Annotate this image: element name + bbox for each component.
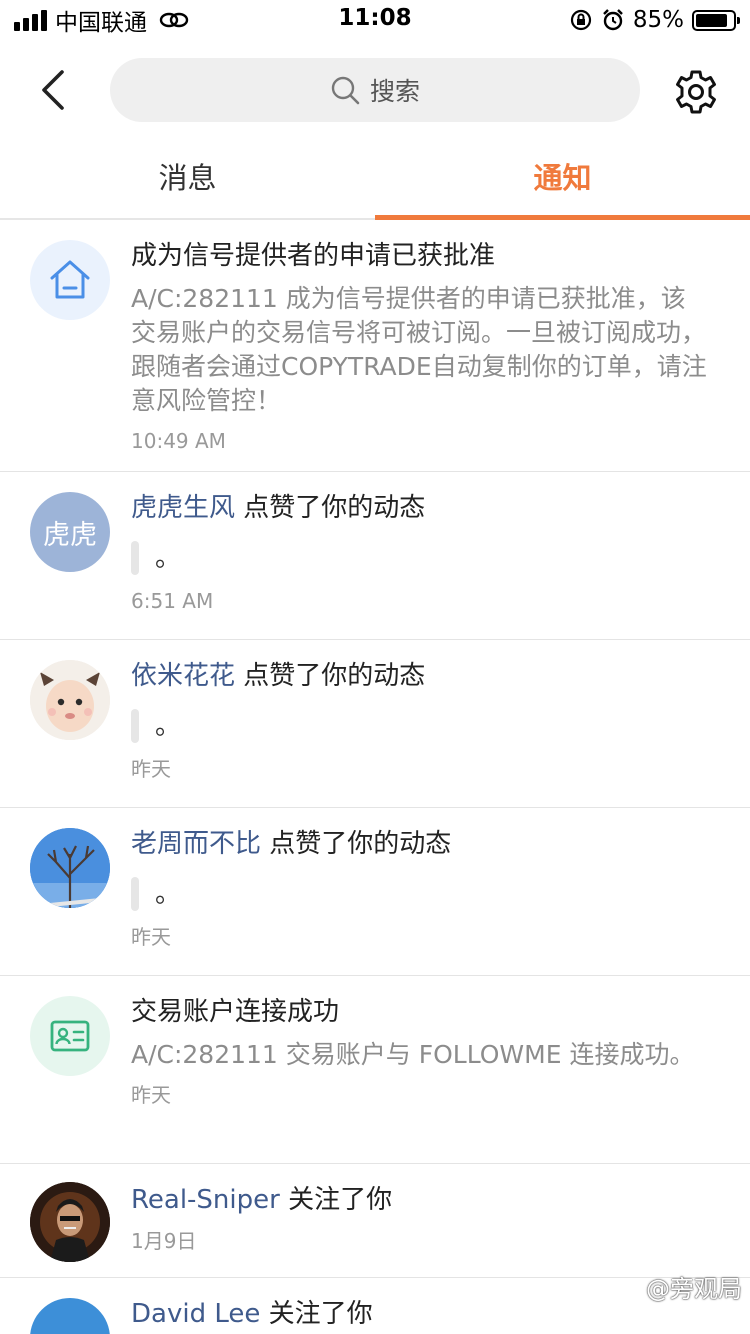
list-item[interactable]: 虎虎 虎虎生风 点赞了你的动态 。 6:51 AM (0, 472, 750, 640)
search-input[interactable]: 搜索 (110, 58, 640, 122)
person-photo (30, 1182, 110, 1262)
username-link[interactable]: David Lee (131, 1299, 260, 1329)
alarm-icon (603, 9, 623, 31)
notification-action: 点赞了你的动态 (261, 829, 452, 859)
notification-time: 10:49 AM (131, 429, 226, 453)
avatar-initials: 虎虎 (43, 519, 97, 551)
notification-title: 交易账户连接成功 (131, 997, 340, 1027)
list-item[interactable]: 交易账户连接成功 A/C:282111 交易账户与 FOLLOWME 连接成功。… (0, 976, 750, 1164)
baby-photo (30, 660, 110, 740)
username-link[interactable]: Real-Sniper (131, 1185, 280, 1215)
back-button[interactable] (30, 66, 78, 114)
status-bar: 中国联通 11:08 85% (0, 0, 750, 40)
nav-bar: 搜索 (0, 56, 750, 124)
home-icon (50, 260, 90, 299)
battery-percent: 85% (632, 7, 684, 33)
notification-time: 昨天 (131, 757, 171, 781)
notification-action: 关注了你 (260, 1299, 373, 1329)
avatar[interactable] (30, 660, 110, 740)
notification-time: 昨天 (131, 1083, 171, 1107)
notification-title: 依米花花 点赞了你的动态 (131, 658, 710, 694)
list-item[interactable]: 成为信号提供者的申请已获批准 A/C:282111 成为信号提供者的申请已获批准… (0, 220, 750, 472)
search-icon (331, 76, 360, 105)
list-item[interactable]: Real-Sniper 关注了你 1月9日 (0, 1164, 750, 1278)
battery-icon (692, 9, 740, 31)
username-link[interactable]: 虎虎生风 (131, 493, 235, 523)
quoted-post[interactable]: 。 (131, 706, 710, 746)
avatar[interactable] (30, 1182, 110, 1262)
quoted-text: 。 (155, 879, 182, 909)
notification-time: 6:51 AM (131, 589, 214, 613)
rotation-lock-icon (570, 9, 591, 31)
notification-time: 昨天 (131, 925, 171, 949)
quoted-post[interactable]: 。 (131, 538, 710, 578)
search-placeholder: 搜索 (369, 77, 420, 106)
username-link[interactable]: 依米花花 (131, 661, 235, 691)
notification-title: 老周而不比 点赞了你的动态 (131, 826, 710, 862)
quoted-post[interactable]: 。 (131, 874, 710, 914)
tab-messages[interactable]: 消息 (0, 138, 375, 220)
notification-time: 1月9日 (131, 1229, 197, 1253)
system-avatar (30, 240, 110, 320)
quoted-text: 。 (155, 711, 182, 741)
notification-action: 点赞了你的动态 (235, 661, 426, 691)
list-item[interactable]: 依米花花 点赞了你的动态 。 昨天 (0, 640, 750, 808)
settings-gear-button[interactable] (672, 68, 720, 116)
list-item[interactable]: 老周而不比 点赞了你的动态 。 昨天 (0, 808, 750, 976)
watermark: @旁观局 (646, 1275, 742, 1303)
notification-body: A/C:282111 交易账户与 FOLLOWME 连接成功。 (131, 1040, 695, 1069)
notification-title: Real-Sniper 关注了你 (131, 1182, 710, 1218)
tree-photo (30, 828, 110, 908)
avatar[interactable]: 05 (30, 1298, 110, 1334)
tab-notifications[interactable]: 通知 (375, 138, 750, 220)
username-link[interactable]: 老周而不比 (131, 829, 261, 859)
notification-action: 点赞了你的动态 (235, 493, 426, 523)
notification-title: 虎虎生风 点赞了你的动态 (131, 490, 710, 526)
status-right: 85% (569, 6, 740, 34)
avatar[interactable] (30, 828, 110, 908)
notification-title: 成为信号提供者的申请已获批准 (131, 241, 496, 271)
avatar[interactable]: 虎虎 (30, 492, 110, 572)
list-item[interactable]: 05 David Lee 关注了你 (0, 1278, 750, 1334)
notification-list: 成为信号提供者的申请已获批准 A/C:282111 成为信号提供者的申请已获批准… (0, 220, 750, 1334)
system-avatar (30, 996, 110, 1076)
tab-bar: 消息 通知 (0, 138, 750, 220)
notification-body: A/C:282111 成为信号提供者的申请已获批准，该交易账户的交易信号将可被订… (131, 284, 707, 415)
notification-title: David Lee 关注了你 (131, 1296, 710, 1332)
id-card-icon (50, 1020, 90, 1052)
quoted-text: 。 (155, 543, 182, 573)
notification-action: 关注了你 (279, 1185, 393, 1215)
